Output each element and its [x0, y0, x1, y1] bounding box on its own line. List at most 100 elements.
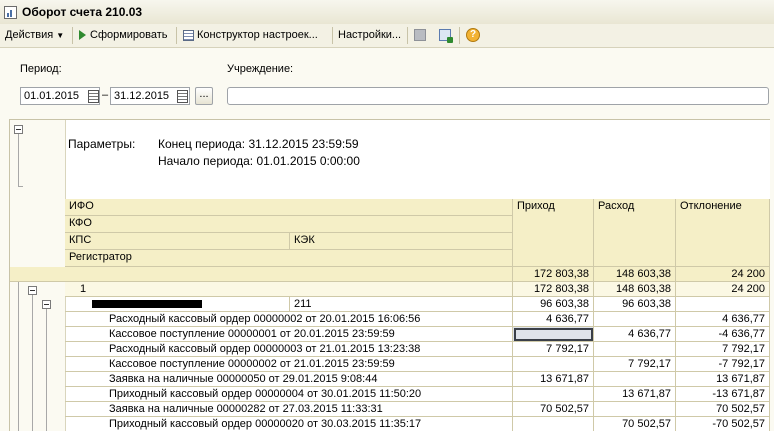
row-deviation: -7 792,17 — [676, 357, 770, 372]
toolbar: Действия ▼ Сформировать Конструктор наст… — [0, 24, 774, 48]
group-bracket — [18, 186, 23, 187]
load-settings-button[interactable] — [414, 28, 426, 43]
dropdown-arrow-icon: ▼ — [56, 31, 65, 40]
period-from-value: 01.01.2015 — [24, 90, 80, 102]
group-ifo-income: 172 803,38 — [513, 282, 594, 297]
report-spreadsheet[interactable]: Параметры: Конец периода: 31.12.2015 23:… — [9, 119, 770, 431]
total-deviation: 24 200 — [676, 267, 770, 282]
group-bracket — [18, 134, 19, 186]
save-settings-icon — [439, 29, 453, 44]
selected-cell[interactable] — [513, 327, 594, 342]
row-income: 7 792,17 — [513, 342, 594, 357]
institution-field[interactable] — [227, 87, 769, 105]
settings-button[interactable]: Настройки... — [338, 28, 401, 43]
toolbar-separator — [72, 27, 73, 44]
group-kek-label: 211 — [290, 297, 513, 312]
row-deviation: 13 671,87 — [676, 372, 770, 387]
row-registrar: Заявка на наличные 00000282 от 27.03.201… — [65, 402, 513, 417]
row-deviation: -4 636,77 — [676, 327, 770, 342]
collapse-kek-toggle[interactable] — [42, 300, 51, 309]
row-registrar: Приходный кассовый ордер 00000020 от 30.… — [65, 417, 513, 431]
header-registrar: Регистратор — [65, 250, 513, 267]
play-icon — [79, 30, 86, 41]
collapse-params-toggle[interactable] — [14, 125, 23, 134]
row-deviation: 4 636,77 — [676, 312, 770, 327]
constructor-button[interactable]: Конструктор настроек... — [183, 28, 318, 43]
group-kek-expense: 96 603,38 — [594, 297, 676, 312]
period-label: Период: — [20, 63, 62, 75]
toolbar-separator — [332, 27, 333, 44]
row-income: 4 636,77 — [513, 312, 594, 327]
row-expense — [594, 312, 676, 327]
row-registrar: Расходный кассовый ордер 00000003 от 21.… — [65, 342, 513, 357]
header-income: Приход — [513, 199, 594, 267]
settings-label: Настройки... — [338, 29, 402, 41]
row-deviation: -70 502,57 — [676, 417, 770, 431]
row-income — [513, 357, 594, 372]
header-expense: Расход — [594, 199, 676, 267]
calendar-from-icon[interactable] — [86, 88, 100, 104]
row-expense — [594, 402, 676, 417]
period-to-value: 31.12.2015 — [114, 90, 170, 102]
row-expense: 13 671,87 — [594, 387, 676, 402]
constructor-label: Конструктор настроек... — [197, 29, 318, 41]
total-income: 172 803,38 — [513, 267, 594, 282]
header-kps: КПС — [65, 233, 290, 250]
row-registrar: Приходный кассовый ордер 00000004 от 30.… — [65, 387, 513, 402]
period-end-param: Конец периода: 31.12.2015 23:59:59 — [158, 137, 359, 151]
report-icon — [4, 6, 17, 19]
row-expense — [594, 342, 676, 357]
period-select-button[interactable]: ... — [195, 87, 213, 105]
toolbar-separator — [176, 27, 177, 44]
row-deviation: -13 671,87 — [676, 387, 770, 402]
row-deviation: 7 792,17 — [676, 342, 770, 357]
collapse-ifo-toggle[interactable] — [28, 286, 37, 295]
row-registrar: Расходный кассовый ордер 00000002 от 20.… — [65, 312, 513, 327]
title-bar: Оборот счета 210.03 — [0, 0, 774, 25]
settings-constructor-icon — [183, 29, 194, 41]
group-bracket — [18, 280, 19, 431]
row-registrar: Кассовое поступление 00000001 от 20.01.2… — [65, 327, 513, 342]
group-ifo-expense: 148 603,38 — [594, 282, 676, 297]
group-bracket — [46, 309, 47, 431]
header-ifo: ИФО — [65, 199, 513, 216]
group-kek-deviation — [676, 297, 770, 312]
toolbar-separator — [459, 27, 460, 44]
period-start-param: Начало периода: 01.01.2015 0:00:00 — [158, 154, 360, 168]
institution-label: Учреждение: — [227, 63, 294, 75]
header-kek: КЭК — [290, 233, 513, 250]
generate-button[interactable]: Сформировать — [79, 28, 168, 43]
row-income — [513, 387, 594, 402]
window-title: Оборот счета 210.03 — [22, 5, 143, 19]
actions-menu[interactable]: Действия ▼ — [5, 28, 64, 43]
row-registrar: Кассовое поступление 00000002 от 21.01.2… — [65, 357, 513, 372]
row-expense — [594, 372, 676, 387]
total-expense: 148 603,38 — [594, 267, 676, 282]
actions-label: Действия — [5, 29, 54, 41]
header-kfo: КФО — [65, 216, 513, 233]
row-expense: 70 502,57 — [594, 417, 676, 431]
row-income — [513, 417, 594, 431]
redacted-block — [92, 300, 202, 308]
help-button[interactable]: ? — [466, 28, 480, 43]
total-label — [10, 267, 513, 282]
header-deviation: Отклонение — [676, 199, 770, 267]
help-icon: ? — [466, 28, 480, 43]
group-ifo-deviation: 24 200 — [676, 282, 770, 297]
row-deviation: 70 502,57 — [676, 402, 770, 417]
calendar-to-icon[interactable] — [175, 88, 189, 104]
group-kek-income: 96 603,38 — [513, 297, 594, 312]
row-expense: 7 792,17 — [594, 357, 676, 372]
save-settings-button[interactable] — [439, 28, 453, 44]
group-kps-cell — [65, 297, 290, 312]
row-registrar: Заявка на наличные 00000050 от 29.01.201… — [65, 372, 513, 387]
params-label: Параметры: — [68, 137, 136, 151]
row-income: 70 502,57 — [513, 402, 594, 417]
toolbar-separator — [407, 27, 408, 44]
load-settings-icon — [414, 29, 426, 42]
row-expense: 4 636,77 — [594, 327, 676, 342]
period-dash: – — [102, 89, 109, 101]
group-bracket — [32, 295, 33, 431]
row-income: 13 671,87 — [513, 372, 594, 387]
group-ifo-label: 1 — [65, 282, 513, 297]
